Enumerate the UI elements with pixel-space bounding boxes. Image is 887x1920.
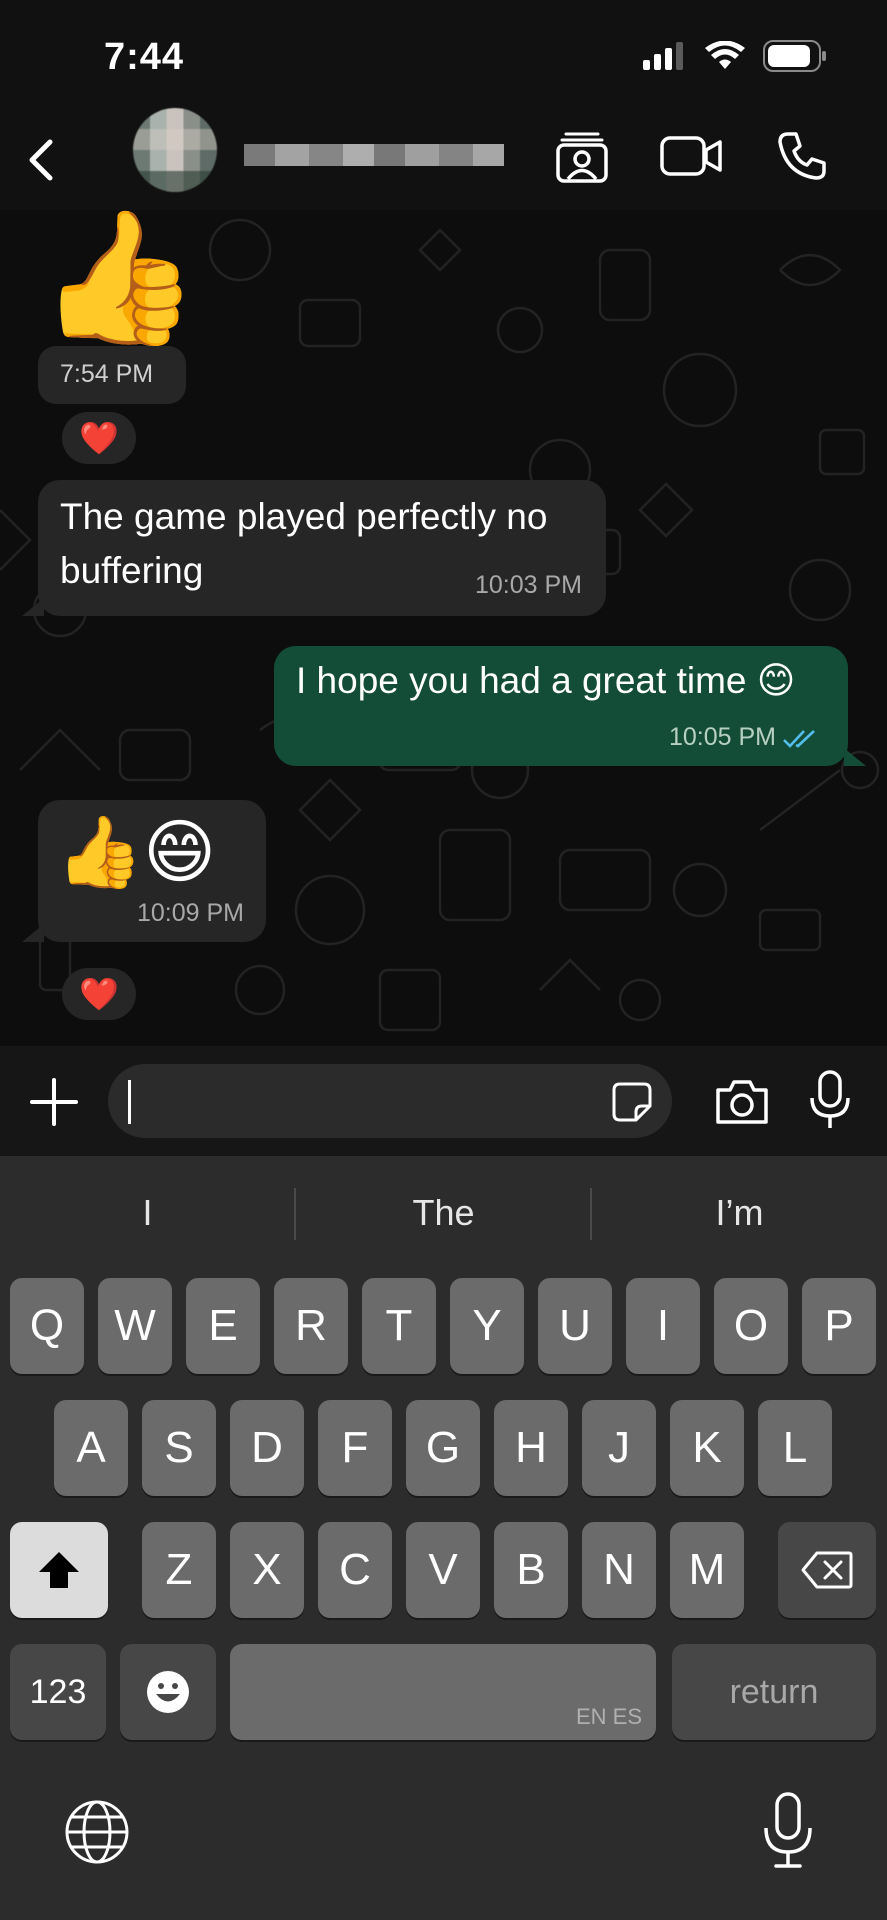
suggestion-3[interactable]: I’m xyxy=(592,1178,887,1248)
reaction-badge[interactable]: ❤️ xyxy=(62,412,136,464)
message-text: I hope you had a great time 😊 xyxy=(296,660,796,701)
read-receipt-icon xyxy=(783,730,815,748)
video-call-button[interactable] xyxy=(660,124,724,188)
plus-icon[interactable] xyxy=(22,1070,86,1134)
space-key[interactable]: EN ES xyxy=(230,1644,656,1740)
heart-reaction: ❤️ xyxy=(79,420,119,456)
suggestion-bar: I The I’m xyxy=(0,1178,887,1248)
key-w[interactable]: W xyxy=(98,1278,172,1374)
message-time: 7:54 PM xyxy=(60,360,154,388)
key-l[interactable]: L xyxy=(758,1400,832,1496)
message-time-pill: 7:54 PM xyxy=(38,346,186,404)
signal-icon xyxy=(643,42,683,70)
shift-key[interactable] xyxy=(10,1522,108,1618)
space-language-label: EN ES xyxy=(575,1704,642,1729)
contact-card-button[interactable] xyxy=(550,124,614,188)
heart-reaction: ❤️ xyxy=(79,976,119,1012)
message-time: 10:05 PM xyxy=(668,723,776,751)
contact-name[interactable] xyxy=(244,144,504,166)
battery-icon xyxy=(763,40,826,72)
video-camera-icon xyxy=(660,136,722,176)
key-a[interactable]: A xyxy=(54,1400,128,1496)
bubble-tail xyxy=(22,924,44,942)
message-input[interactable] xyxy=(108,1064,672,1138)
key-h[interactable]: H xyxy=(494,1400,568,1496)
key-s[interactable]: S xyxy=(142,1400,216,1496)
key-x[interactable]: X xyxy=(230,1522,304,1618)
key-i[interactable]: I xyxy=(626,1278,700,1374)
sticker-icon[interactable] xyxy=(612,1082,652,1122)
suggestion-2[interactable]: The xyxy=(296,1178,591,1248)
voice-call-button[interactable] xyxy=(770,124,834,188)
globe-icon[interactable] xyxy=(62,1797,132,1867)
back-chevron-icon[interactable] xyxy=(14,132,70,188)
key-k[interactable]: K xyxy=(670,1400,744,1496)
keyboard: I The I’m Q W E R T Y U I O P A S D F G … xyxy=(0,1156,887,1920)
key-n[interactable]: N xyxy=(582,1522,656,1618)
delete-key[interactable] xyxy=(778,1522,876,1618)
chat-area[interactable]: 👍 7:54 PM ❤️ The game played perfectly n… xyxy=(0,210,887,1046)
message-text-line1: The game played perfectly no xyxy=(60,496,548,537)
key-z[interactable]: Z xyxy=(142,1522,216,1618)
backspace-icon xyxy=(801,1551,853,1589)
key-c[interactable]: C xyxy=(318,1522,392,1618)
microphone-icon[interactable] xyxy=(806,1068,854,1132)
message-time: 10:03 PM xyxy=(474,571,582,599)
message-input-bar xyxy=(0,1046,887,1156)
key-y[interactable]: Y xyxy=(450,1278,524,1374)
bubble-tail xyxy=(22,598,44,616)
emoji-key[interactable] xyxy=(120,1644,216,1740)
bubble-tail xyxy=(844,748,866,766)
key-d[interactable]: D xyxy=(230,1400,304,1496)
emoji-smiley-icon xyxy=(147,1671,189,1713)
text-cursor xyxy=(128,1080,131,1124)
status-bar: 7:44 xyxy=(0,0,887,110)
contact-avatar[interactable] xyxy=(133,108,217,192)
emoji-message: 👍😄 xyxy=(56,811,217,893)
reaction-badge[interactable]: ❤️ xyxy=(62,968,136,1020)
key-e[interactable]: E xyxy=(186,1278,260,1374)
message-text-line2: buffering xyxy=(60,550,204,591)
key-q[interactable]: Q xyxy=(10,1278,84,1374)
key-o[interactable]: O xyxy=(714,1278,788,1374)
numbers-key[interactable]: 123 xyxy=(10,1644,106,1740)
suggestion-1[interactable]: I xyxy=(0,1178,295,1248)
key-t[interactable]: T xyxy=(362,1278,436,1374)
outgoing-message-bubble[interactable]: I hope you had a great time 😊 10:05 PM xyxy=(274,646,848,766)
key-m[interactable]: M xyxy=(670,1522,744,1618)
key-p[interactable]: P xyxy=(802,1278,876,1374)
incoming-message-bubble[interactable]: The game played perfectly no buffering 1… xyxy=(38,480,606,616)
dictation-mic-icon[interactable] xyxy=(760,1790,816,1870)
key-b[interactable]: B xyxy=(494,1522,568,1618)
camera-icon[interactable] xyxy=(712,1072,772,1132)
key-r[interactable]: R xyxy=(274,1278,348,1374)
contact-card-icon xyxy=(556,132,608,183)
key-j[interactable]: J xyxy=(582,1400,656,1496)
message-time: 10:09 PM xyxy=(136,899,244,927)
key-f[interactable]: F xyxy=(318,1400,392,1496)
key-g[interactable]: G xyxy=(406,1400,480,1496)
status-icons xyxy=(643,40,827,72)
shift-arrow-icon xyxy=(39,1552,79,1588)
incoming-emoji-bubble[interactable]: 👍😄 10:09 PM xyxy=(38,800,266,942)
wifi-icon xyxy=(705,41,745,69)
phone-icon xyxy=(778,132,826,180)
status-time: 7:44 xyxy=(104,36,185,78)
emoji-message[interactable]: 👍 xyxy=(38,210,200,352)
return-key[interactable]: return xyxy=(672,1644,876,1740)
key-u[interactable]: U xyxy=(538,1278,612,1374)
key-v[interactable]: V xyxy=(406,1522,480,1618)
